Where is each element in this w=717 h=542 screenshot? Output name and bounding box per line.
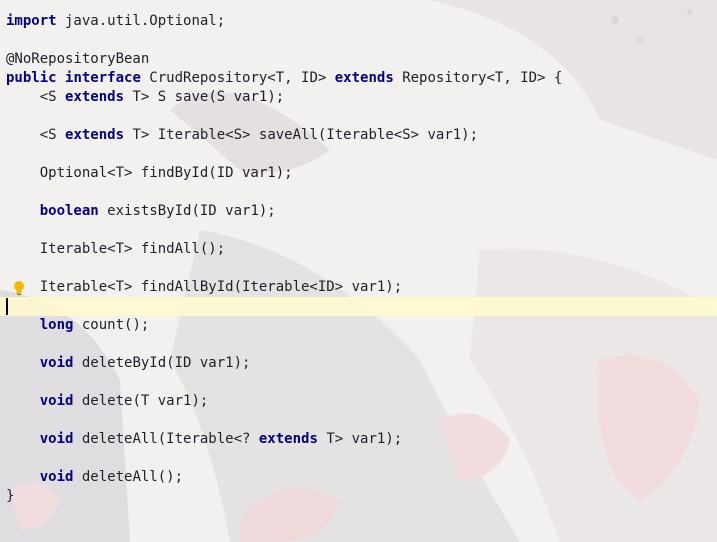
code-text: void delete(T var1); (39, 393, 209, 409)
code-line[interactable] (0, 449, 717, 468)
code-line[interactable] (0, 183, 717, 202)
code-text: public interface CrudRepository<T, ID> e… (6, 70, 563, 86)
code-text: void deleteAll(Iterable<? extends T> var… (39, 431, 403, 447)
code-line[interactable]: <S extends T> Iterable<S> saveAll(Iterab… (0, 126, 717, 145)
code-line[interactable]: } (0, 487, 717, 506)
code-line[interactable] (0, 335, 717, 354)
code-line[interactable]: import java.util.Optional; (0, 12, 717, 31)
intention-bulb-icon[interactable] (12, 280, 26, 296)
code-text: void deleteAll(); (39, 469, 184, 485)
code-text: boolean existsById(ID var1); (39, 203, 276, 219)
code-line[interactable]: void deleteById(ID var1); (0, 354, 717, 373)
code-text: import java.util.Optional; (6, 13, 226, 29)
code-text: Iterable<T> findAll(); (6, 241, 226, 257)
code-line[interactable] (0, 221, 717, 240)
code-line[interactable]: boolean existsById(ID var1); (0, 202, 717, 221)
code-line[interactable] (0, 31, 717, 50)
code-line[interactable]: void deleteAll(); (0, 468, 717, 487)
code-text: @NoRepositoryBean (6, 51, 150, 67)
code-line[interactable]: <S extends T> S save(S var1); (0, 88, 717, 107)
code-line[interactable] (0, 145, 717, 164)
code-line[interactable] (0, 373, 717, 392)
code-line[interactable]: void delete(T var1); (0, 392, 717, 411)
code-text: long count(); (39, 317, 150, 333)
code-line[interactable]: void deleteAll(Iterable<? extends T> var… (0, 430, 717, 449)
code-line[interactable]: long count(); (0, 316, 717, 335)
code-text: <S extends T> Iterable<S> saveAll(Iterab… (6, 127, 479, 143)
code-line[interactable]: Optional<T> findById(ID var1); (0, 164, 717, 183)
code-line[interactable] (0, 107, 717, 126)
code-line[interactable] (0, 411, 717, 430)
code-text: <S extends T> S save(S var1); (6, 89, 285, 105)
code-text: Iterable<T> findAllById(Iterable<ID> var… (6, 279, 403, 295)
code-editor[interactable]: import java.util.Optional; @NoRepositoryB… (0, 0, 717, 542)
code-text: } (6, 488, 15, 504)
text-caret (6, 298, 8, 315)
code-text: void deleteById(ID var1); (39, 355, 251, 371)
code-line[interactable]: @NoRepositoryBean (0, 50, 717, 69)
code-line[interactable] (0, 259, 717, 278)
code-text: Optional<T> findById(ID var1); (6, 165, 293, 181)
code-line[interactable]: public interface CrudRepository<T, ID> e… (0, 69, 717, 88)
code-line[interactable]: Iterable<T> findAll(); (0, 240, 717, 259)
current-line[interactable] (0, 297, 717, 316)
code-line[interactable]: Iterable<T> findAllById(Iterable<ID> var… (0, 278, 717, 297)
